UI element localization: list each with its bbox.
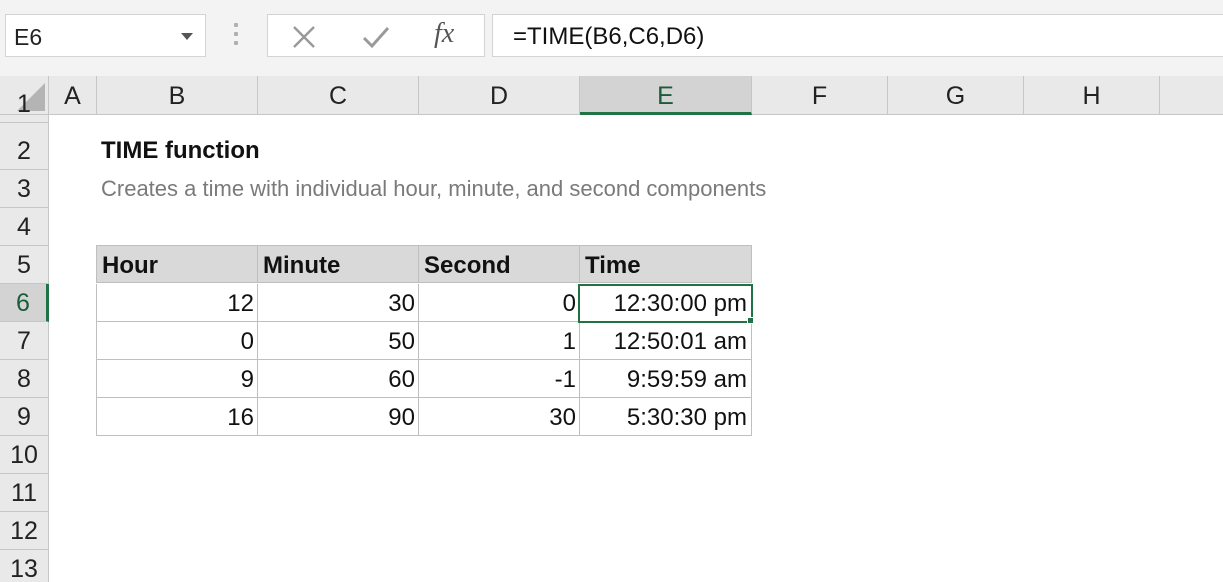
row-header-13[interactable]: 13 — [0, 550, 48, 582]
row-headers: 1 2 3 4 5 6 7 8 9 10 11 12 13 — [0, 90, 49, 582]
cancel-icon[interactable] — [290, 24, 318, 50]
table-cell[interactable]: 9 — [96, 360, 258, 398]
column-header-c[interactable]: C — [258, 76, 419, 114]
drag-handle-icon[interactable] — [234, 23, 238, 47]
row-header-8[interactable]: 8 — [0, 360, 48, 398]
formula-bar: E6 fx =TIME(B6,C6,D6) — [0, 0, 1223, 76]
table-header-minute[interactable]: Minute — [257, 245, 419, 283]
active-cell-selection[interactable] — [578, 284, 753, 323]
table-cell[interactable]: 1 — [418, 322, 580, 360]
row-header-1[interactable]: 1 — [0, 85, 48, 123]
name-box[interactable]: E6 — [5, 14, 206, 57]
formula-buttons: fx — [267, 14, 485, 57]
name-box-value[interactable]: E6 — [14, 24, 42, 51]
column-header-e[interactable]: E — [580, 76, 752, 115]
row-header-11[interactable]: 11 — [0, 474, 48, 512]
chevron-down-icon[interactable] — [181, 33, 193, 40]
row-header-3[interactable]: 3 — [0, 170, 48, 208]
column-header-a[interactable]: A — [49, 76, 97, 114]
table-cell[interactable]: 0 — [96, 322, 258, 360]
table-cell[interactable]: 12 — [96, 284, 258, 322]
row-header-5[interactable]: 5 — [0, 246, 48, 284]
row-header-7[interactable]: 7 — [0, 322, 48, 360]
column-header-f[interactable]: F — [752, 76, 888, 114]
row-header-4[interactable]: 4 — [0, 208, 48, 246]
sheet-subtitle-cell[interactable]: Creates a time with individual hour, min… — [101, 176, 766, 202]
row-header-6[interactable]: 6 — [0, 284, 49, 322]
table-header-hour[interactable]: Hour — [96, 245, 258, 283]
row-header-10[interactable]: 10 — [0, 436, 48, 474]
table-cell[interactable]: 50 — [257, 322, 419, 360]
column-header-d[interactable]: D — [419, 76, 580, 114]
table-header-time[interactable]: Time — [579, 245, 752, 283]
table-cell[interactable]: 5:30:30 pm — [579, 398, 752, 436]
insert-function-icon[interactable]: fx — [434, 18, 454, 50]
table-cell[interactable]: 60 — [257, 360, 419, 398]
table-header-second[interactable]: Second — [418, 245, 580, 283]
table-cell[interactable]: 12:50:01 am — [579, 322, 752, 360]
formula-input[interactable]: =TIME(B6,C6,D6) — [492, 14, 1223, 57]
column-headers: A B C D E F G H — [0, 76, 1223, 115]
table-cell[interactable]: 16 — [96, 398, 258, 436]
table-cell[interactable]: 0 — [418, 284, 580, 322]
column-header-g[interactable]: G — [888, 76, 1024, 114]
table-cell[interactable]: 9:59:59 am — [579, 360, 752, 398]
row-header-9[interactable]: 9 — [0, 398, 48, 436]
check-icon[interactable] — [361, 24, 391, 50]
column-header-b[interactable]: B — [97, 76, 258, 114]
column-header-h[interactable]: H — [1024, 76, 1160, 114]
table-cell[interactable]: -1 — [418, 360, 580, 398]
table-cell[interactable]: 30 — [418, 398, 580, 436]
row-header-2[interactable]: 2 — [0, 132, 48, 170]
formula-text[interactable]: =TIME(B6,C6,D6) — [513, 23, 704, 51]
row-header-12[interactable]: 12 — [0, 512, 48, 550]
sheet-title-cell[interactable]: TIME function — [101, 137, 260, 165]
fill-handle[interactable] — [747, 317, 754, 324]
table-cell[interactable]: 90 — [257, 398, 419, 436]
table-cell[interactable]: 30 — [257, 284, 419, 322]
